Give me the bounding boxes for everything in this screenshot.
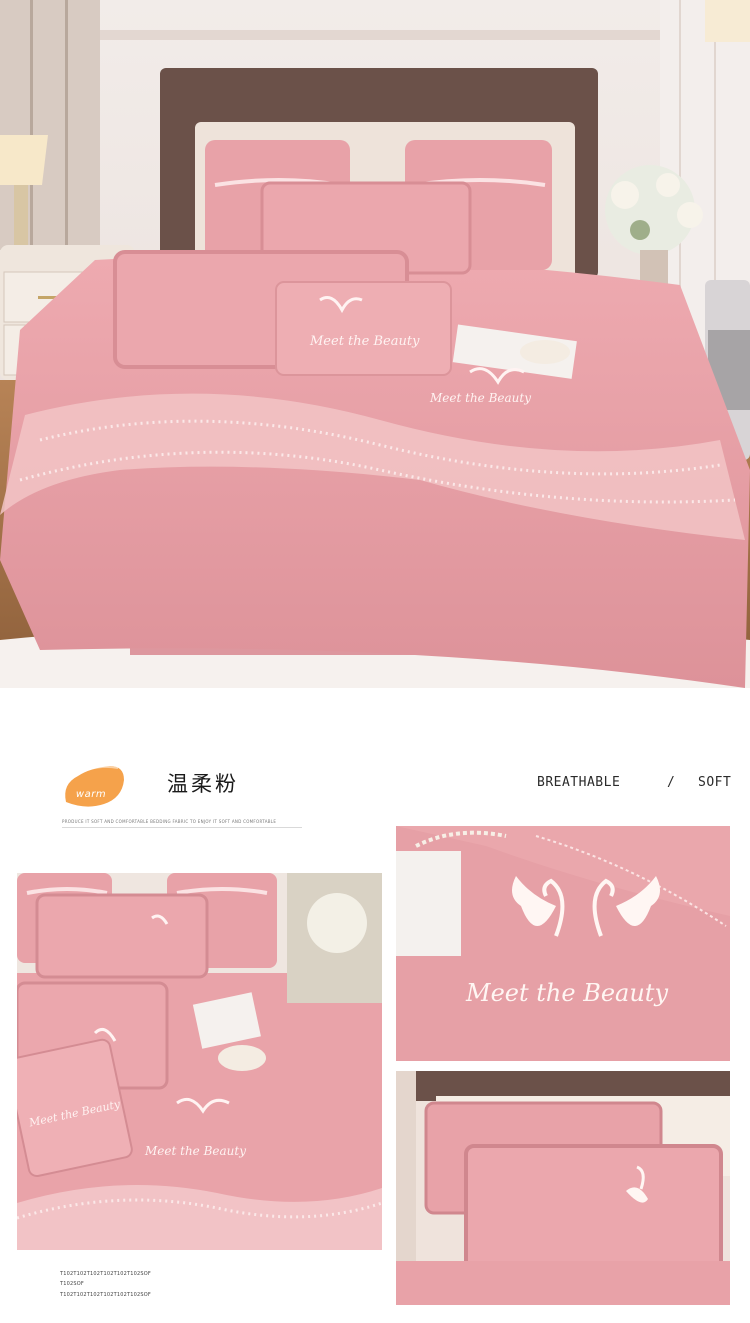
product-code-line-2: T102SOF	[60, 1281, 84, 1287]
detail-left-scene: Meet the Beauty Meet the Beauty	[17, 873, 382, 1250]
detail-photo-bed-overview: Meet the Beauty Meet the Beauty	[17, 873, 382, 1250]
fine-print-tagline: PRODUCE IT SOFT AND COMFORTABLE BEDDING …	[62, 819, 277, 824]
detail-photo-pillow-closeup	[396, 1071, 730, 1305]
detail-bottom-right-scene	[396, 1071, 730, 1305]
tagline-divider	[62, 827, 302, 828]
feature-separator: /	[667, 775, 676, 790]
hero-scene: Meet the Beauty Meet the Beauty	[0, 0, 750, 688]
warm-color-swatch	[65, 765, 124, 807]
embroidery-text: Meet the Beauty	[465, 979, 668, 1007]
swatch-label: warm	[75, 789, 107, 800]
feature-soft: SOFT	[698, 775, 732, 790]
svg-text:Meet the Beauty: Meet the Beauty	[429, 391, 531, 405]
hero-bedding-photo: Meet the Beauty Meet the Beauty	[0, 0, 750, 688]
feature-breathable: BREATHABLE	[537, 775, 621, 790]
product-code-line-1: T102T102T102T102T102T102SOF	[60, 1271, 151, 1277]
detail-photo-embroidery-closeup: Meet the Beauty	[396, 826, 730, 1061]
svg-text:Meet the Beauty: Meet the Beauty	[309, 334, 420, 349]
product-code-line-3: T102T102T102T102T102T102SOF	[60, 1292, 151, 1298]
svg-text:Meet the Beauty: Meet the Beauty	[144, 1144, 246, 1158]
detail-top-right-scene: Meet the Beauty	[396, 826, 730, 1061]
color-name-title: 温柔粉	[167, 772, 239, 796]
